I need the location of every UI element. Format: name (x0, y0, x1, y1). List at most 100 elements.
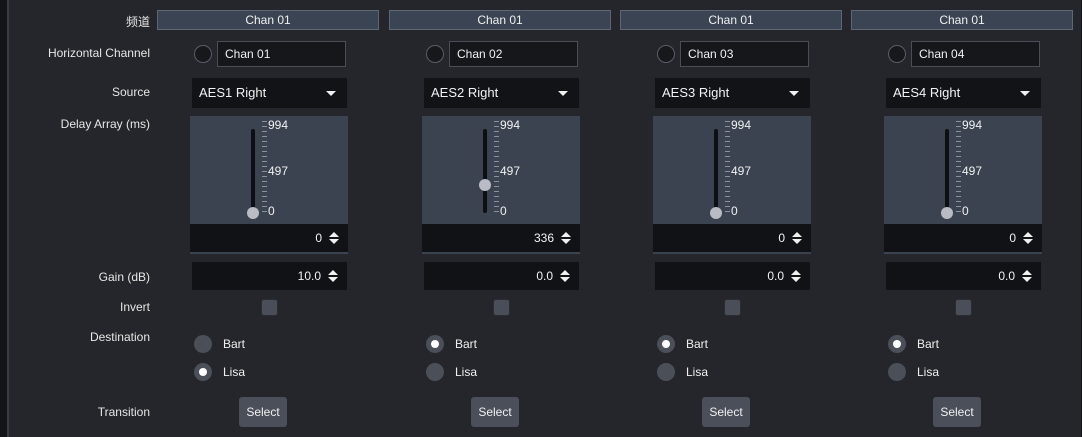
row-label-gain: Gain (dB) (98, 270, 150, 284)
channel-header: Chan 01 (389, 10, 611, 30)
destination-label-lisa: Lisa (223, 365, 246, 379)
delay-value-spinbox[interactable]: 0 (653, 224, 811, 252)
chevron-down-icon (326, 91, 336, 96)
gain-value: 0.0 (536, 269, 553, 283)
gain-spinbox[interactable]: 0.0 (424, 262, 579, 290)
delay-scale-max: 994 (962, 118, 983, 132)
destination-label-bart: Bart (686, 337, 709, 351)
destination-radio-bart[interactable] (194, 335, 212, 353)
delay-scale-mid: 497 (268, 164, 289, 178)
source-select-value: AES3 Right (662, 85, 730, 100)
destination-label-lisa: Lisa (455, 365, 478, 379)
delay-slider-track[interactable] (945, 129, 949, 213)
channel-header: Chan 01 (157, 10, 379, 30)
source-select-value: AES1 Right (199, 85, 267, 100)
spin-arrows-icon[interactable] (1022, 270, 1032, 282)
spin-arrows-icon[interactable] (1023, 232, 1033, 244)
delay-value: 336 (533, 231, 554, 245)
spin-arrows-icon[interactable] (791, 270, 801, 282)
channel-status-indicator (194, 45, 212, 63)
destination-radio-bart[interactable] (426, 335, 444, 353)
delay-scale-max: 994 (268, 118, 289, 132)
row-label-source: Source (111, 85, 150, 99)
channel-column: Chan 01 Chan 01 AES1 Right 994 497 0 0 1… (157, 0, 379, 437)
delay-value-spinbox[interactable]: 336 (422, 224, 580, 252)
channel-name-field[interactable]: Chan 02 (449, 41, 578, 67)
channel-header: Chan 01 (851, 10, 1073, 30)
gain-value: 10.0 (297, 269, 321, 283)
invert-checkbox[interactable] (724, 299, 741, 316)
delay-scale-max: 994 (500, 118, 521, 132)
delay-scale-mid: 497 (731, 164, 752, 178)
destination-radio-lisa[interactable] (194, 363, 212, 381)
delay-slider-track[interactable] (483, 129, 487, 213)
row-label-invert: Invert (119, 300, 150, 314)
invert-checkbox[interactable] (493, 299, 510, 316)
delay-slider-thumb[interactable] (479, 178, 491, 191)
delay-scale-ticks (725, 121, 730, 215)
spin-arrows-icon[interactable] (329, 232, 339, 244)
delay-scale-ticks (262, 121, 267, 215)
delay-scale-min: 0 (731, 204, 738, 218)
channel-status-indicator (888, 45, 906, 63)
spin-arrows-icon[interactable] (561, 232, 571, 244)
delay-value-spinbox[interactable]: 0 (190, 224, 348, 252)
row-label-transition: Transition (97, 405, 150, 419)
destination-radio-bart[interactable] (888, 335, 906, 353)
invert-checkbox[interactable] (955, 299, 972, 316)
delay-slider-track[interactable] (251, 129, 255, 213)
destination-radio-lisa[interactable] (426, 363, 444, 381)
destination-radio-lisa[interactable] (888, 363, 906, 381)
delay-scale-mid: 497 (962, 164, 983, 178)
source-select[interactable]: AES3 Right (655, 78, 810, 108)
delay-value-spinbox[interactable]: 0 (884, 224, 1042, 252)
destination-label-bart: Bart (917, 337, 940, 351)
channel-config-panel: 频道 Horizontal Channel Source Delay Array… (7, 0, 1081, 437)
delay-slider-thumb[interactable] (247, 207, 259, 219)
source-select[interactable]: AES2 Right (424, 78, 579, 108)
source-select-value: AES4 Right (893, 85, 961, 100)
chevron-down-icon (1020, 91, 1030, 96)
gain-spinbox[interactable]: 10.0 (192, 262, 347, 290)
row-label-header: 频道 (125, 15, 150, 29)
spin-arrows-icon[interactable] (792, 232, 802, 244)
transition-select-button[interactable]: Select (702, 397, 750, 427)
destination-label-bart: Bart (455, 337, 478, 351)
delay-scale-mid: 497 (500, 164, 521, 178)
delay-scale-min: 0 (962, 204, 969, 218)
delay-value: 0 (778, 231, 785, 245)
row-label-destination: Destination (89, 330, 150, 344)
gain-value: 0.0 (998, 269, 1015, 283)
delay-slider-panel: 994 497 0 0 (884, 116, 1042, 254)
spin-arrows-icon[interactable] (560, 270, 570, 282)
channel-name-field[interactable]: Chan 04 (911, 41, 1040, 67)
source-select[interactable]: AES1 Right (192, 78, 347, 108)
destination-label-lisa: Lisa (686, 365, 709, 379)
transition-select-button[interactable]: Select (933, 397, 981, 427)
delay-slider-thumb[interactable] (710, 207, 722, 219)
delay-slider-track[interactable] (714, 129, 718, 213)
invert-checkbox[interactable] (261, 299, 278, 316)
destination-radio-bart[interactable] (657, 335, 675, 353)
gain-spinbox[interactable]: 0.0 (886, 262, 1041, 290)
delay-slider-thumb[interactable] (941, 207, 953, 219)
delay-value: 0 (1009, 231, 1016, 245)
source-select[interactable]: AES4 Right (886, 78, 1041, 108)
source-select-value: AES2 Right (431, 85, 499, 100)
channel-name-field[interactable]: Chan 01 (217, 41, 346, 67)
chevron-down-icon (789, 91, 799, 96)
row-label-delay-array: Delay Array (ms) (60, 117, 150, 131)
delay-slider-panel: 994 497 0 0 (190, 116, 348, 254)
channel-column: Chan 01 Chan 02 AES2 Right 994 497 0 336… (389, 0, 611, 437)
destination-radio-lisa[interactable] (657, 363, 675, 381)
gain-spinbox[interactable]: 0.0 (655, 262, 810, 290)
delay-value: 0 (315, 231, 322, 245)
delay-slider-panel: 994 497 0 0 (653, 116, 811, 254)
channel-name-field[interactable]: Chan 03 (680, 41, 809, 67)
transition-select-button[interactable]: Select (239, 397, 287, 427)
delay-scale-min: 0 (268, 204, 275, 218)
channel-header: Chan 01 (620, 10, 842, 30)
spin-arrows-icon[interactable] (328, 270, 338, 282)
transition-select-button[interactable]: Select (471, 397, 519, 427)
destination-label-lisa: Lisa (917, 365, 940, 379)
